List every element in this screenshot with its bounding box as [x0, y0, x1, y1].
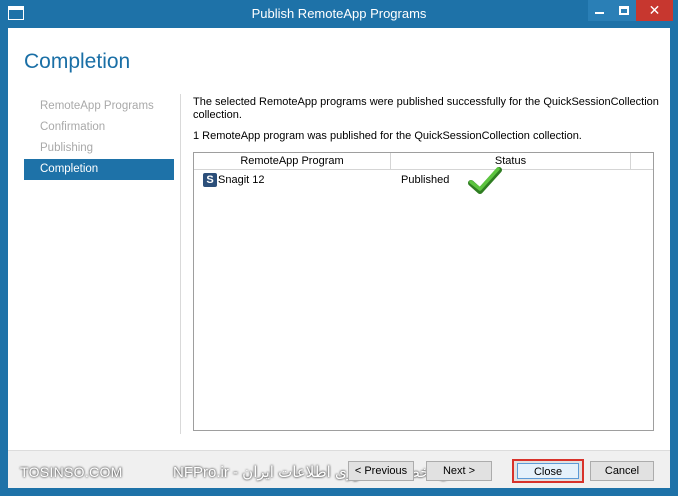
close-button-label: Close: [517, 463, 579, 479]
success-message: The selected RemoteApp programs were pub…: [193, 96, 659, 121]
maximize-button[interactable]: [612, 0, 636, 21]
next-button[interactable]: Next >: [426, 461, 492, 481]
nav-item-confirmation: Confirmation: [40, 121, 106, 133]
table-header: RemoteApp Program Status: [194, 153, 653, 170]
minimize-icon: [595, 12, 604, 14]
previous-button[interactable]: < Previous: [348, 461, 414, 481]
close-icon: ✕: [648, 2, 661, 18]
nav-item-remoteapp-programs: RemoteApp Programs: [40, 100, 154, 112]
program-name: Snagit 12: [218, 174, 265, 186]
close-button[interactable]: Close: [512, 459, 584, 483]
window-title: Publish RemoteApp Programs: [251, 6, 427, 21]
wizard-footer: TOSINSO.COM انجمن تخصصی فناوری اطلاعات ا…: [8, 450, 670, 488]
completion-content: The selected RemoteApp programs were pub…: [193, 96, 663, 142]
column-header-status[interactable]: Status: [391, 153, 631, 170]
column-header-program[interactable]: RemoteApp Program: [194, 153, 391, 170]
wizard-step-nav: RemoteApp Programs Confirmation Publishi…: [24, 96, 174, 180]
watermark-tosinso: TOSINSO.COM: [20, 464, 123, 480]
wizard-client-area: Completion RemoteApp Programs Confirmati…: [8, 28, 670, 488]
page-heading: Completion: [24, 50, 131, 73]
column-header-spacer: [631, 153, 653, 170]
status-value: Published: [401, 174, 450, 186]
maximize-icon: [619, 6, 629, 15]
nav-item-completion: Completion: [24, 159, 174, 180]
cancel-button[interactable]: Cancel: [590, 461, 654, 481]
green-checkmark-icon: [468, 167, 502, 194]
minimize-button[interactable]: [588, 0, 612, 21]
table-row[interactable]: S Snagit 12 Published: [194, 167, 653, 194]
title-bar: Publish RemoteApp Programs ✕: [0, 0, 678, 28]
publish-remoteapp-window: Publish RemoteApp Programs ✕ Completion …: [0, 0, 678, 496]
published-programs-table: RemoteApp Program Status S Snagit 12 Pub…: [193, 152, 654, 431]
window-close-button[interactable]: ✕: [636, 0, 673, 21]
nav-divider: [180, 94, 181, 434]
published-count-message: 1 RemoteApp program was published for th…: [193, 130, 582, 142]
nav-item-publishing: Publishing: [40, 142, 94, 154]
snagit-app-icon: S: [203, 173, 217, 187]
